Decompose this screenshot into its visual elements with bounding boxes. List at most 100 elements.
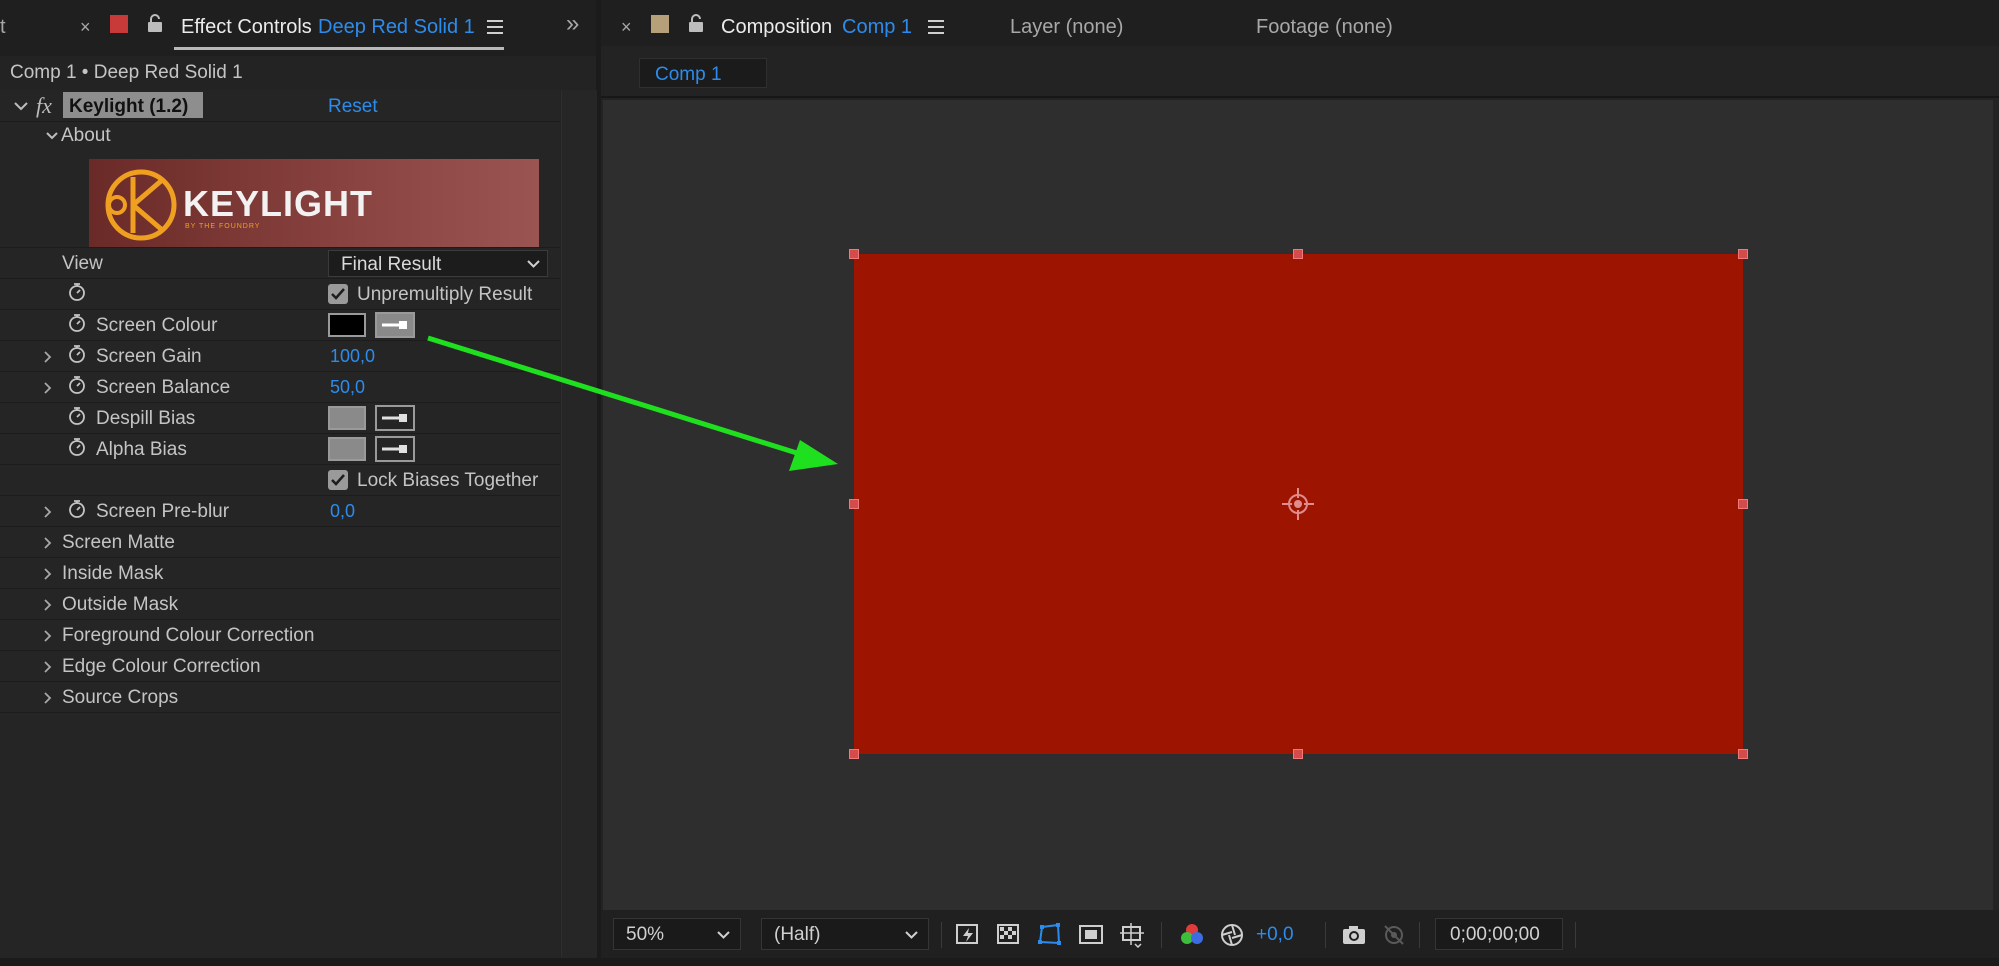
transform-handle[interactable] [1293,249,1303,259]
group-label: Edge Colour Correction [62,656,261,677]
chevron-down-icon[interactable] [14,101,28,111]
group-row-foreground-colour-correction[interactable]: Foreground Colour Correction [0,620,560,651]
lock-icon[interactable] [687,13,705,33]
chevron-right-icon[interactable] [44,382,52,394]
view-dropdown[interactable]: Final Result [328,250,548,277]
transform-handle[interactable] [849,749,859,759]
panel-overflow-icon[interactable]: » [566,12,579,36]
screen-preblur-label: Screen Pre-blur [96,501,230,522]
partial-project-tab[interactable]: t [0,17,6,37]
lock-icon[interactable] [146,13,164,33]
chevron-right-icon[interactable] [44,568,52,580]
alpha-bias-row: Alpha Bias [0,434,560,465]
lock-biases-checkbox[interactable] [328,470,348,490]
chevron-down-icon[interactable] [46,132,58,140]
transparency-grid-icon[interactable] [996,922,1022,948]
hamburger-menu-icon[interactable] [928,20,944,34]
comp-label-color-swatch [651,15,669,33]
screen-preblur-value[interactable]: 0,0 [330,502,355,521]
toolbar-divider [941,922,942,948]
group-row-outside-mask[interactable]: Outside Mask [0,589,560,620]
chevron-right-icon[interactable] [44,661,52,673]
mask-path-visibility-icon[interactable] [1037,922,1063,948]
screen-gain-label: Screen Gain [96,346,202,367]
left-panel-scrollbar[interactable] [561,90,597,958]
lock-biases-label: Lock Biases Together [357,470,539,491]
unpremultiply-checkbox[interactable] [328,284,348,304]
chevron-right-icon[interactable] [44,506,52,518]
about-section: About KEYLIGHT BY THE FOUNDRY [0,122,560,248]
chevron-down-icon [527,260,540,268]
transform-handle[interactable] [1738,749,1748,759]
close-tab-icon[interactable]: × [621,17,632,37]
region-of-interest-icon[interactable] [1078,922,1104,948]
exposure-value[interactable]: +0,0 [1256,924,1294,946]
close-tab-icon[interactable]: × [80,17,91,37]
despill-bias-swatch[interactable] [328,406,366,430]
composition-tab-label[interactable]: Composition [721,17,832,37]
stopwatch-icon[interactable] [68,345,86,363]
chevron-right-icon[interactable] [44,599,52,611]
unpremultiply-row: Unpremultiply Result [0,279,560,310]
layer-label-color-swatch [110,15,128,33]
screen-balance-value[interactable]: 50,0 [330,378,365,397]
transform-handle[interactable] [849,249,859,259]
reset-link[interactable]: Reset [328,96,378,118]
composition-viewer[interactable] [603,100,1993,910]
screen-gain-value[interactable]: 100,0 [330,347,375,366]
rgb-channels-icon[interactable] [1179,922,1205,948]
fast-previews-icon[interactable] [955,922,981,948]
resolution-dropdown[interactable]: (Half) [761,918,929,950]
resolution-value: (Half) [774,924,821,945]
eyedropper-icon[interactable] [375,312,415,338]
current-time-display[interactable]: 0;00;00;00 [1435,918,1563,950]
transform-handle[interactable] [1293,749,1303,759]
stopwatch-icon[interactable] [68,407,86,425]
active-tab-underline [174,47,504,50]
group-row-inside-mask[interactable]: Inside Mask [0,558,560,589]
footage-viewer-tab[interactable]: Footage (none) [1256,17,1393,37]
fx-toggle-icon[interactable]: fx [36,93,52,119]
exposure-reset-icon[interactable] [1219,922,1245,948]
screen-balance-label: Screen Balance [96,377,231,398]
keylight-logo-text: KEYLIGHT [183,183,374,224]
stopwatch-icon[interactable] [68,283,86,301]
group-label: Outside Mask [62,594,179,615]
chevron-right-icon[interactable] [44,630,52,642]
left-panel-tab-bar: t × Effect Controls Deep Red Solid 1 » [0,0,596,56]
chevron-right-icon[interactable] [44,537,52,549]
grid-guide-options-icon[interactable] [1119,922,1145,948]
group-row-source-crops[interactable]: Source Crops [0,682,560,713]
hamburger-menu-icon[interactable] [487,20,503,34]
stopwatch-icon[interactable] [68,500,86,518]
effect-controls-target-layer[interactable]: Deep Red Solid 1 [318,17,475,37]
camera-icon[interactable] [1341,922,1367,948]
chevron-right-icon[interactable] [44,351,52,363]
anchor-point-icon[interactable] [1280,486,1316,522]
comp-navigator-tab[interactable]: Comp 1 [639,58,767,88]
composition-tab-target[interactable]: Comp 1 [842,17,912,37]
effect-name[interactable]: Keylight (1.2) [69,96,188,118]
screen-colour-swatch[interactable] [328,313,366,337]
chevron-right-icon[interactable] [44,692,52,704]
comp-navigator-tab-label: Comp 1 [655,64,722,85]
layer-viewer-tab[interactable]: Layer (none) [1010,17,1123,37]
keylight-logo-icon [105,169,177,241]
eyedropper-icon[interactable] [375,405,415,431]
alpha-bias-swatch[interactable] [328,437,366,461]
transform-handle[interactable] [849,499,859,509]
transform-handle[interactable] [1738,499,1748,509]
magnification-dropdown[interactable]: 50% [613,918,741,950]
stopwatch-icon[interactable] [68,376,86,394]
transform-handle[interactable] [1738,249,1748,259]
group-row-edge-colour-correction[interactable]: Edge Colour Correction [0,651,560,682]
timecode-value: 0;00;00;00 [1450,924,1540,945]
stopwatch-icon[interactable] [68,314,86,332]
about-label: About [61,125,111,146]
group-row-screen-matte[interactable]: Screen Matte [0,527,560,558]
stopwatch-icon[interactable] [68,438,86,456]
screen-colour-row: Screen Colour [0,310,560,341]
effect-controls-tab-label[interactable]: Effect Controls [181,17,312,37]
eyedropper-icon[interactable] [375,436,415,462]
show-snapshot-icon[interactable] [1381,922,1407,948]
